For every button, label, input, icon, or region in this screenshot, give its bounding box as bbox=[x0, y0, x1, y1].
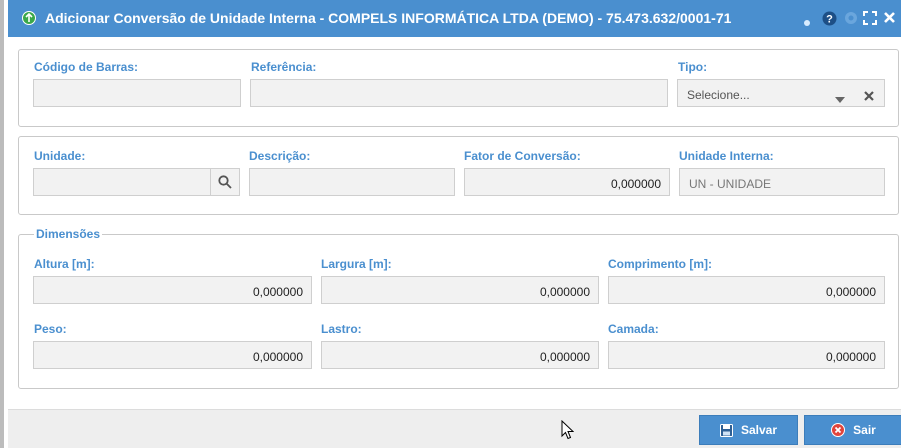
description-label: Descrição: bbox=[249, 149, 311, 163]
dimensions-legend: Dimensões bbox=[34, 227, 103, 241]
barcode-input[interactable] bbox=[33, 79, 241, 107]
help-icon[interactable]: ? bbox=[822, 11, 837, 29]
exit-button-label: Sair bbox=[853, 423, 876, 437]
description-input[interactable] bbox=[249, 168, 455, 196]
barcode-label: Código de Barras: bbox=[34, 60, 139, 74]
title-bar[interactable]: Adicionar Conversão de Unidade Interna -… bbox=[8, 0, 901, 37]
window-title: Adicionar Conversão de Unidade Interna -… bbox=[45, 10, 732, 26]
height-input[interactable]: 0,000000 bbox=[33, 276, 312, 304]
svg-text:?: ? bbox=[826, 14, 833, 26]
lastro-label: Lastro: bbox=[321, 322, 362, 336]
add-icon bbox=[22, 11, 36, 25]
search-icon bbox=[218, 175, 232, 189]
save-disk-icon bbox=[719, 423, 733, 437]
type-label: Tipo: bbox=[678, 60, 708, 74]
width-input[interactable]: 0,000000 bbox=[321, 276, 599, 304]
close-icon[interactable] bbox=[883, 11, 896, 27]
weight-label: Peso: bbox=[34, 322, 67, 336]
width-label: Largura [m]: bbox=[321, 257, 392, 271]
layer-label: Camada: bbox=[608, 322, 659, 336]
clear-icon[interactable] bbox=[864, 88, 874, 106]
length-input[interactable]: 0,000000 bbox=[608, 276, 885, 304]
dropdown-arrow-icon[interactable] bbox=[835, 90, 845, 108]
lastro-input[interactable]: 0,000000 bbox=[321, 341, 599, 369]
unit-input[interactable] bbox=[33, 168, 211, 196]
maximize-icon[interactable] bbox=[863, 11, 877, 28]
conversion-factor-label: Fator de Conversão: bbox=[464, 149, 581, 163]
layer-input[interactable]: 0,000000 bbox=[608, 341, 885, 369]
internal-unit-label: Unidade Interna: bbox=[679, 149, 774, 163]
save-button[interactable]: Salvar bbox=[699, 415, 798, 445]
height-label: Altura [m]: bbox=[34, 257, 95, 271]
type-selected-value: Selecione... bbox=[687, 88, 750, 102]
reference-label: Referência: bbox=[251, 60, 317, 74]
minimize-dot-icon[interactable] bbox=[803, 14, 811, 30]
exit-icon bbox=[831, 423, 846, 437]
internal-unit-input: UN - UNIDADE bbox=[679, 168, 885, 196]
conversion-factor-input[interactable]: 0,000000 bbox=[464, 168, 670, 196]
type-select[interactable]: Selecione... bbox=[677, 79, 885, 107]
save-button-label: Salvar bbox=[740, 423, 778, 437]
exit-button[interactable]: Sair bbox=[804, 415, 901, 445]
unit-search-button[interactable] bbox=[210, 168, 240, 196]
mouse-cursor bbox=[561, 419, 575, 445]
reference-input[interactable] bbox=[250, 79, 668, 107]
unit-label: Unidade: bbox=[34, 149, 86, 163]
dialog-window: Adicionar Conversão de Unidade Interna -… bbox=[0, 0, 901, 448]
length-label: Comprimento [m]: bbox=[608, 257, 712, 271]
weight-input[interactable]: 0,000000 bbox=[33, 341, 312, 369]
settings-icon[interactable] bbox=[844, 11, 858, 28]
